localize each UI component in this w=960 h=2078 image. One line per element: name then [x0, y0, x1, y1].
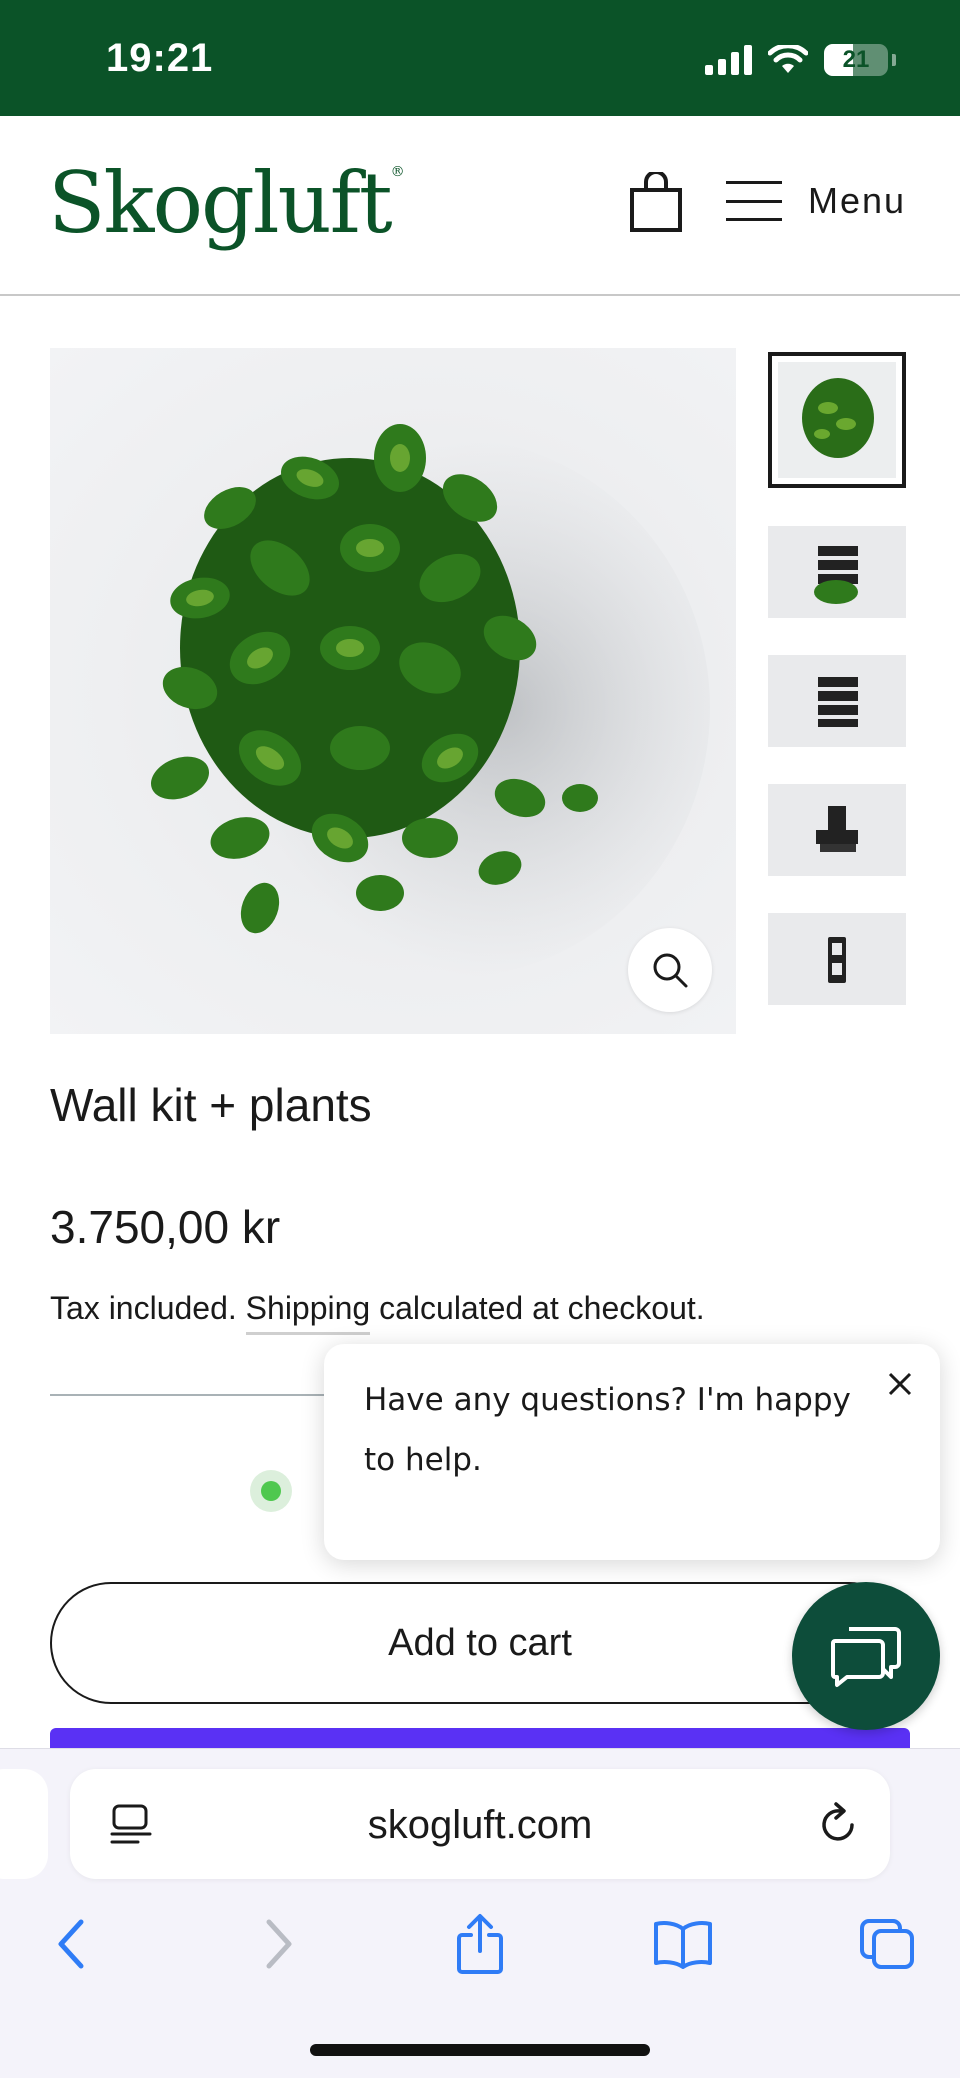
chat-bubbles-icon [831, 1627, 901, 1687]
shopping-bag-icon[interactable] [628, 172, 684, 234]
product-main-image[interactable] [50, 348, 736, 1034]
site-logo[interactable]: Skogluft® [48, 154, 405, 252]
product-title: Wall kit + plants [50, 1079, 372, 1131]
tabs-button[interactable] [852, 1909, 922, 1979]
previous-tab-preview[interactable] [0, 1769, 48, 1879]
hamburger-icon [726, 181, 782, 221]
status-time: 19:21 [106, 36, 214, 80]
status-icons: 21 [705, 44, 896, 76]
address-bar[interactable]: skogluft.com [70, 1769, 890, 1879]
tax-included-text: Tax included. [50, 1290, 237, 1326]
tabs-icon [860, 1919, 914, 1969]
forward-icon [266, 1919, 292, 1969]
battery-level: 21 [842, 46, 870, 73]
in-stock-indicator [250, 1470, 292, 1512]
zoom-button[interactable] [628, 928, 712, 1012]
plant-wall-image [150, 424, 710, 978]
back-icon [58, 1919, 84, 1969]
close-icon[interactable] [880, 1364, 920, 1404]
wifi-icon [768, 45, 808, 73]
status-bar: 19:21 21 [0, 0, 960, 116]
thumbnail-mount-image [816, 806, 858, 852]
share-icon [457, 1914, 503, 1974]
product-price: 3.750,00 kr [50, 1201, 281, 1253]
site-header: Skogluft® Menu [0, 116, 960, 296]
checkout-text: calculated at checkout. [370, 1290, 705, 1326]
thumbnail-kit-with-plant-image [814, 546, 858, 604]
thumbnail-5[interactable] [768, 913, 906, 1005]
add-to-cart-button[interactable]: Add to cart [50, 1582, 910, 1704]
signal-icon [705, 45, 752, 75]
browser-toolbar: skogluft.com [0, 1748, 960, 2078]
tax-note: Tax included. Shipping calculated at che… [50, 1290, 705, 1335]
forward-button[interactable] [244, 1909, 314, 1979]
chat-launcher-button[interactable] [792, 1582, 940, 1730]
bookmarks-button[interactable] [648, 1909, 718, 1979]
search-icon [653, 953, 688, 988]
shipping-link[interactable]: Shipping [245, 1290, 371, 1335]
thumbnail-wall-kit-image [818, 677, 858, 727]
menu-label: Menu [808, 180, 907, 221]
registered-mark: ® [390, 164, 405, 180]
thumbnail-2[interactable] [768, 526, 906, 618]
url-text: skogluft.com [367, 1803, 593, 1847]
reload-icon[interactable] [816, 1801, 860, 1847]
thumbnail-1[interactable] [768, 352, 906, 488]
chat-message: Have any questions? I'm happy to help. [364, 1382, 851, 1478]
thumbnail-3[interactable] [768, 655, 906, 747]
home-indicator [310, 2044, 650, 2056]
menu-button[interactable]: Menu [726, 180, 906, 222]
chat-popup: Have any questions? I'm happy to help. [324, 1344, 940, 1560]
logo-text: Skogluft [48, 154, 393, 252]
bookmarks-icon [654, 1921, 712, 1969]
share-button[interactable] [445, 1909, 515, 1979]
thumbnail-plant-image [802, 378, 874, 458]
thumbnail-4[interactable] [768, 784, 906, 876]
battery-icon: 21 [824, 44, 888, 76]
thumbnail-bracket-image [828, 937, 846, 983]
divider [50, 1394, 370, 1396]
back-button[interactable] [36, 1909, 106, 1979]
